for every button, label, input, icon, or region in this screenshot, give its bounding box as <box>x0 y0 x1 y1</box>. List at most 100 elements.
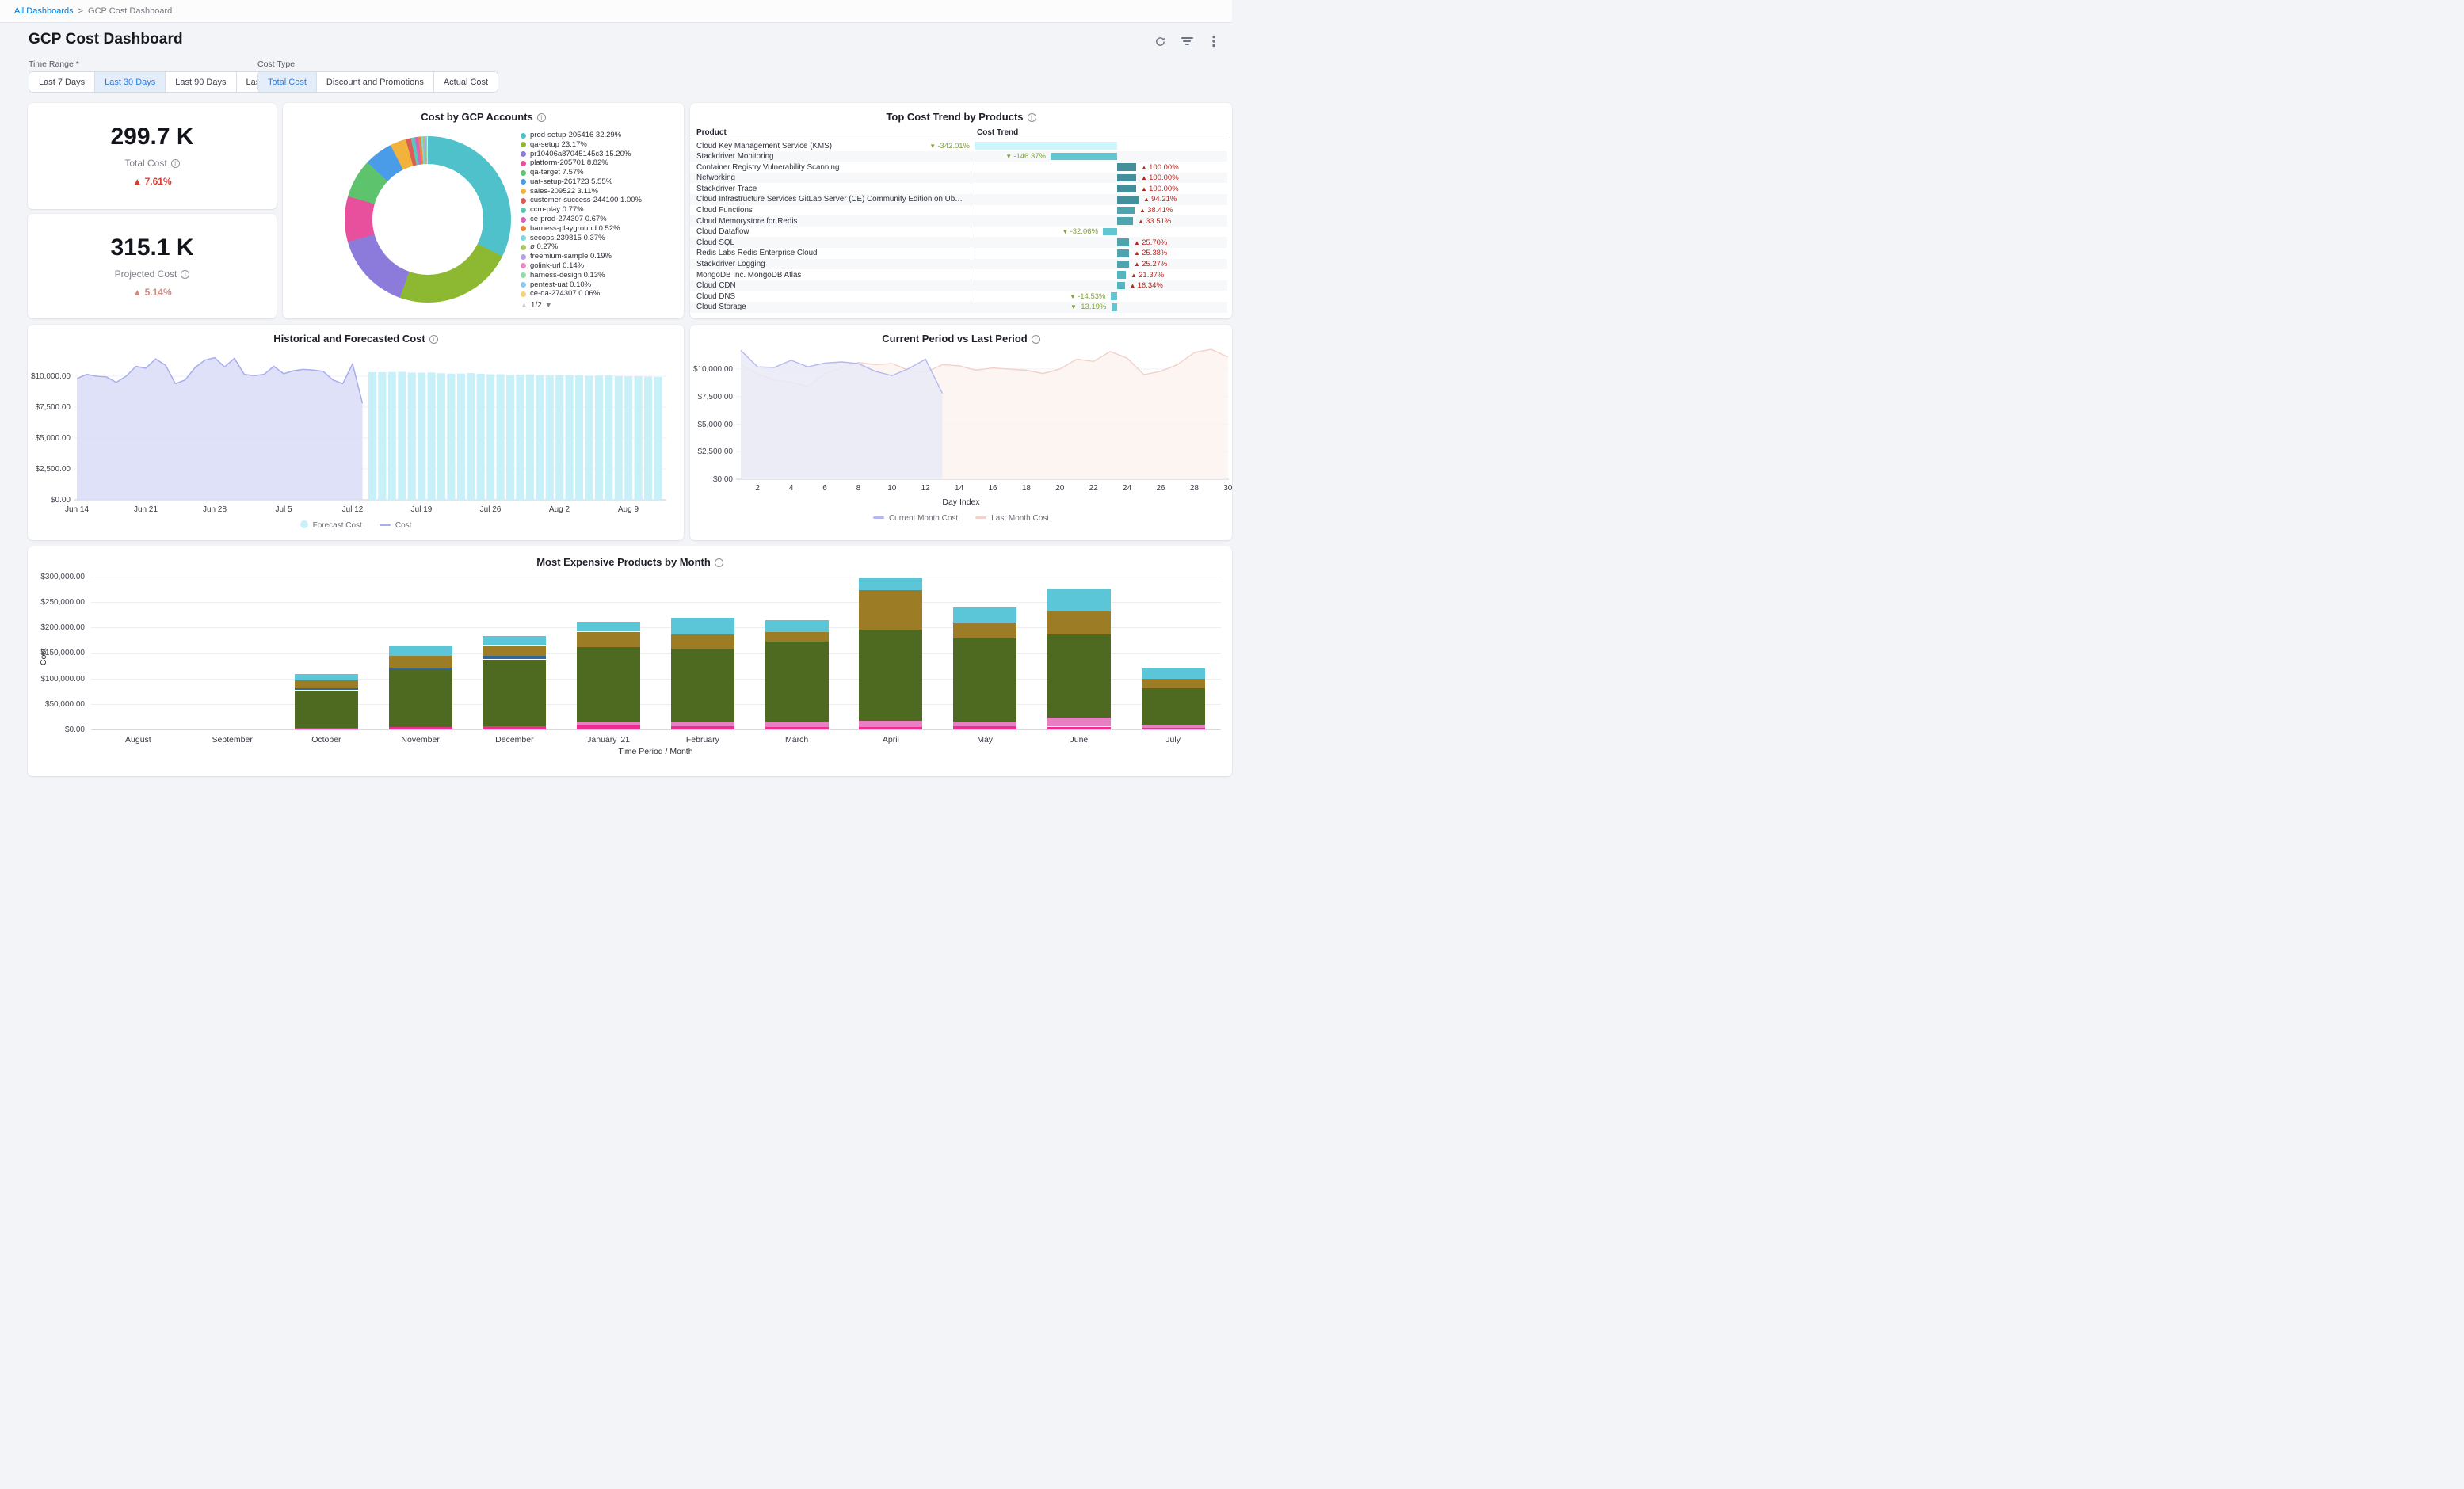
stacked-bar-segment <box>1142 688 1205 725</box>
trend-value-text: 100.00% <box>1149 163 1179 172</box>
x-axis-tick-label: October <box>283 735 370 744</box>
legend-dot-icon <box>521 282 526 288</box>
donut-legend-item[interactable]: uat-setup-261723 5.55% <box>521 178 677 187</box>
donut-legend-item[interactable]: sales-209522 3.11% <box>521 188 677 196</box>
page-title: GCP Cost Dashboard <box>29 31 183 48</box>
triangle-up-icon: ▲ <box>1131 272 1139 279</box>
triangle-up-icon: ▲ <box>1134 261 1142 268</box>
x-axis-tick-label: 24 <box>1118 484 1137 493</box>
trend-bar <box>1117 282 1125 290</box>
product-name: Cloud SQL <box>696 238 966 247</box>
time-range-option-last-90-days[interactable]: Last 90 Days <box>166 72 236 92</box>
stacked-bar-segment <box>483 660 546 727</box>
stacked-bar-segment <box>295 691 358 729</box>
legend-dot-icon <box>521 151 526 157</box>
x-axis-tick-label: Jun 28 <box>191 505 238 514</box>
forecast-bar <box>536 375 544 500</box>
stacked-bar-segment <box>1047 589 1111 611</box>
stacked-bar-segment <box>483 646 546 656</box>
legend-item[interactable]: Forecast Cost <box>300 520 362 530</box>
trend-value-text: 16.34% <box>1138 281 1163 290</box>
stacked-bar-segment <box>295 680 358 688</box>
donut-legend-item[interactable]: freemium-sample 0.19% <box>521 253 677 261</box>
donut-legend-item[interactable]: harness-playground 0.52% <box>521 225 677 234</box>
cost-type-option-discount-and-promotions[interactable]: Discount and Promotions <box>317 72 434 92</box>
legend-item[interactable]: Last Month Cost <box>975 514 1049 523</box>
breadcrumb-link-all-dashboards[interactable]: All Dashboards <box>14 6 74 16</box>
trend-bar <box>1117 196 1139 204</box>
legend-item[interactable]: Current Month Cost <box>873 514 958 523</box>
stacked-bar-segment <box>671 649 734 722</box>
legend-label: harness-playground 0.52% <box>530 225 620 234</box>
forecast-bar <box>388 372 396 500</box>
donut-legend-item[interactable]: customer-success-244100 1.00% <box>521 196 677 205</box>
product-name: Stackdriver Logging <box>696 260 966 268</box>
donut-legend-item[interactable]: ce-qa-274307 0.06% <box>521 290 677 299</box>
donut-legend-item[interactable]: pentest-uat 0.10% <box>521 281 677 290</box>
donut-legend-item[interactable]: ce-prod-274307 0.67% <box>521 215 677 224</box>
donut-legend-item[interactable]: secops-239815 0.37% <box>521 234 677 243</box>
stacked-bar-segment <box>953 722 1016 726</box>
cost-area <box>77 358 363 500</box>
stacked-bar-segment <box>295 688 358 690</box>
triangle-down-icon: ▼ <box>929 143 937 150</box>
forecast-bar <box>615 376 623 500</box>
legend-dot-icon <box>521 142 526 147</box>
x-axis-tick-label: 12 <box>916 484 935 493</box>
forecast-bar <box>437 373 445 500</box>
more-options-button[interactable] <box>1207 34 1221 48</box>
info-icon[interactable]: i <box>171 159 180 168</box>
donut-legend-item[interactable]: platform-205701 8.82% <box>521 159 677 168</box>
product-name: Networking <box>696 173 966 182</box>
cost-type-option-actual-cost[interactable]: Actual Cost <box>434 72 498 92</box>
info-icon[interactable]: i <box>537 113 546 122</box>
donut-legend-item[interactable]: qa-target 7.57% <box>521 169 677 177</box>
legend-dot-icon <box>521 161 526 166</box>
donut-legend-item[interactable]: ccm-play 0.77% <box>521 206 677 215</box>
y-axis-tick-label: $150,000.00 <box>31 649 85 657</box>
donut-legend-item[interactable]: qa-setup 23.17% <box>521 141 677 150</box>
product-name: Cloud Functions <box>696 206 966 215</box>
current-month-area <box>741 350 942 479</box>
y-axis-tick-label: $2,500.00 <box>28 465 71 474</box>
forecast-bar <box>654 377 662 500</box>
x-axis-tick-label: November <box>377 735 464 744</box>
cost-type-option-total-cost[interactable]: Total Cost <box>258 72 317 92</box>
legend-label: customer-success-244100 1.00% <box>530 196 642 205</box>
x-axis-tick-label: 22 <box>1084 484 1103 493</box>
stacked-bar-segment <box>1142 725 1205 728</box>
table-row: Cloud Infrastructure Services GitLab Ser… <box>690 194 1227 205</box>
info-icon[interactable]: i <box>181 270 189 279</box>
page-down-icon[interactable]: ▼ <box>545 301 552 309</box>
info-icon[interactable]: i <box>1028 113 1036 122</box>
donut-legend-item[interactable]: harness-design 0.13% <box>521 272 677 280</box>
page-up-icon[interactable]: ▲ <box>521 301 528 309</box>
comparison-legend: Current Month Cost Last Month Cost <box>690 514 1232 523</box>
legend-item[interactable]: Cost <box>380 521 412 530</box>
donut-legend-item[interactable]: prod-setup-205416 32.29% <box>521 131 677 140</box>
forecast-bar <box>605 375 612 500</box>
cost-by-gcp-accounts-panel: Cost by GCP Accountsi prod-setup-205416 … <box>283 103 684 318</box>
refresh-button[interactable] <box>1153 34 1167 48</box>
table-row: Stackdriver Trace▲ 100.00% <box>690 183 1227 194</box>
donut-legend-pagination: ▲1/2▼ <box>521 301 677 310</box>
comparison-svg <box>690 350 1232 493</box>
forecast-bar <box>477 374 485 500</box>
time-range-option-last-30-days[interactable]: Last 30 Days <box>95 72 166 92</box>
x-axis-tick-label: January '21 <box>565 735 652 744</box>
legend-dot-icon <box>521 272 526 278</box>
product-name: Cloud Infrastructure Services GitLab Ser… <box>696 195 966 204</box>
forecast-bar <box>368 372 376 500</box>
forecast-bar <box>566 375 574 500</box>
y-axis-tick-label: $2,500.00 <box>690 447 733 456</box>
legend-label: qa-setup 23.17% <box>530 141 587 150</box>
legend-label: Current Month Cost <box>889 514 958 523</box>
donut-legend-item[interactable]: golink-url 0.14% <box>521 262 677 271</box>
donut-legend-item[interactable]: ø 0.27% <box>521 243 677 252</box>
filter-button[interactable] <box>1180 34 1194 48</box>
legend-label: pentest-uat 0.10% <box>530 281 591 290</box>
donut-legend-item[interactable]: pr10406a87045145c3 15.20% <box>521 150 677 159</box>
time-range-option-last-7-days[interactable]: Last 7 Days <box>29 72 95 92</box>
y-axis-tick-label: $10,000.00 <box>28 372 71 381</box>
stacked-bar-segment <box>765 727 829 729</box>
